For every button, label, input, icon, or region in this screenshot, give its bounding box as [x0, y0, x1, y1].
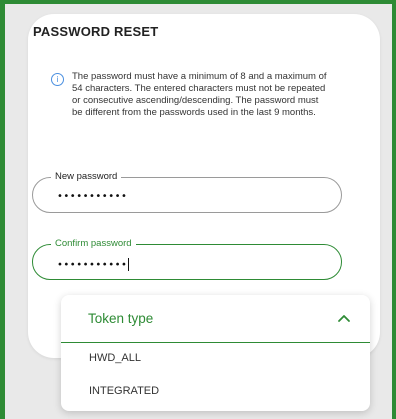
token-type-label: Token type	[88, 311, 154, 326]
chevron-up-icon[interactable]	[336, 310, 352, 326]
new-password-value[interactable]: •••••••••••	[57, 191, 127, 202]
new-password-label: New password	[51, 170, 122, 184]
info-icon: i	[51, 73, 64, 86]
text-caret	[128, 258, 130, 271]
confirm-password-input[interactable]: •••••••••••	[57, 258, 130, 271]
confirm-password-label: Confirm password	[51, 237, 136, 251]
page-title: PASSWORD RESET	[33, 24, 159, 39]
new-password-field[interactable]: New password •••••••••••	[32, 170, 342, 213]
token-option-hwd-all[interactable]: HWD_ALL	[61, 342, 370, 375]
confirm-password-value: •••••••••••	[57, 259, 128, 271]
token-type-select[interactable]: Token type	[61, 295, 370, 343]
token-option-integrated[interactable]: INTEGRATED	[61, 375, 370, 408]
confirm-password-field[interactable]: Confirm password •••••••••••	[32, 237, 342, 280]
token-type-dropdown[interactable]: Token type HWD_ALL INTEGRATED	[61, 295, 370, 411]
password-rules-text: The password must have a minimum of 8 an…	[72, 71, 327, 118]
